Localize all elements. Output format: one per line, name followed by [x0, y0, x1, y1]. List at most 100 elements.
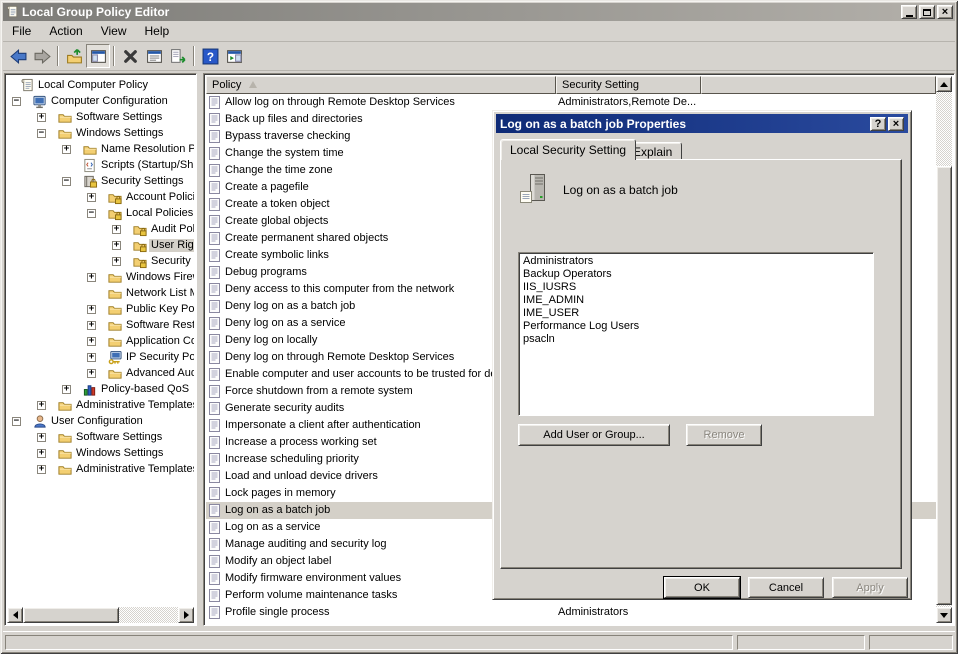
tree-item[interactable]: +Account Policies	[7, 190, 194, 206]
member-item[interactable]: psacln	[523, 333, 873, 346]
collapse-icon[interactable]: −	[62, 177, 71, 186]
window-controls: ×	[901, 5, 953, 19]
remove-button[interactable]: Remove	[686, 424, 762, 446]
scroll-thumb[interactable]	[936, 166, 952, 605]
tree-item[interactable]: +Name Resolution Policy	[7, 142, 194, 158]
policy-doc-icon	[208, 129, 221, 144]
properties-icon[interactable]	[142, 44, 166, 68]
tree-item[interactable]: −Windows Settings	[7, 126, 194, 142]
policy-cell: Deny log on through Remote Desktop Servi…	[225, 351, 454, 363]
expand-icon[interactable]: +	[37, 433, 46, 442]
close-button[interactable]: ×	[937, 5, 953, 19]
tree-item[interactable]: +Audit Policy	[7, 222, 194, 238]
tree-item[interactable]: +Administrative Templates	[7, 462, 194, 478]
collapse-icon[interactable]: −	[12, 417, 21, 426]
tree-item[interactable]: +User Rights As	[7, 238, 194, 254]
tree-horizontal-scrollbar[interactable]	[7, 607, 194, 623]
expand-icon[interactable]: +	[87, 193, 96, 202]
tree-item[interactable]: +Public Key Policies	[7, 302, 194, 318]
tree-item[interactable]: +Windows Settings	[7, 446, 194, 462]
cancel-button[interactable]: Cancel	[748, 577, 824, 598]
member-item[interactable]: IIS_IUSRS	[523, 281, 873, 294]
ok-button[interactable]: OK	[664, 577, 740, 598]
scroll-left-button[interactable]	[7, 607, 23, 623]
tree-item[interactable]: − Computer Configuration	[7, 94, 194, 110]
menu-help[interactable]: Help	[136, 22, 179, 40]
expand-icon[interactable]: +	[87, 353, 96, 362]
tree-item[interactable]: +Security Optio	[7, 254, 194, 270]
export-list-icon[interactable]	[166, 44, 190, 68]
back-icon[interactable]	[6, 44, 30, 68]
member-item[interactable]: Performance Log Users	[523, 320, 873, 333]
expand-icon[interactable]: +	[87, 273, 96, 282]
policy-doc-icon	[208, 588, 221, 603]
tree-item[interactable]: −Security Settings	[7, 174, 194, 190]
user-icon	[32, 414, 48, 429]
member-item[interactable]: Backup Operators	[523, 268, 873, 281]
member-item[interactable]: Administrators	[523, 255, 873, 268]
expand-icon[interactable]: +	[112, 225, 121, 234]
policy-row[interactable]: Profile single processAdministrators	[206, 604, 936, 621]
expand-icon[interactable]: +	[37, 449, 46, 458]
scroll-up-button[interactable]	[936, 76, 952, 92]
column-header-policy[interactable]: Policy	[206, 76, 556, 94]
tree-item[interactable]: +Policy-based QoS	[7, 382, 194, 398]
add-user-button[interactable]: Add User or Group...	[518, 424, 670, 446]
expand-icon[interactable]: +	[87, 337, 96, 346]
up-level-icon[interactable]	[62, 44, 86, 68]
tree-item[interactable]: −User Configuration	[7, 414, 194, 430]
expand-icon[interactable]: +	[87, 305, 96, 314]
tree-item[interactable]: +IP Security Policies	[7, 350, 194, 366]
tree-item[interactable]: +Software Settings	[7, 110, 194, 126]
tree-item[interactable]: Network List Mana	[7, 286, 194, 302]
tab-local-security-setting[interactable]: Local Security Setting	[500, 139, 636, 160]
collapse-icon[interactable]: −	[87, 209, 96, 218]
dialog-close-button[interactable]: ×	[888, 117, 904, 131]
forward-icon[interactable]	[30, 44, 54, 68]
tree-item[interactable]: +Advanced Audit Po	[7, 366, 194, 382]
expand-icon[interactable]: +	[37, 401, 46, 410]
tree-item[interactable]: −Local Policies	[7, 206, 194, 222]
member-item[interactable]: IME_USER	[523, 307, 873, 320]
expand-icon[interactable]: +	[62, 385, 71, 394]
menu-view[interactable]: View	[92, 22, 136, 40]
tree-item[interactable]: Scripts (Startup/Shutd	[7, 158, 194, 174]
show-action-pane-icon[interactable]	[222, 44, 246, 68]
policy-row[interactable]: Profile system performanceAdministrators…	[206, 621, 936, 623]
tree-item[interactable]: +Software Settings	[7, 430, 194, 446]
apply-button[interactable]: Apply	[832, 577, 908, 598]
members-listbox[interactable]: AdministratorsBackup OperatorsIIS_IUSRSI…	[518, 252, 874, 416]
expand-icon[interactable]: +	[87, 321, 96, 330]
policy-row[interactable]: Allow log on through Remote Desktop Serv…	[206, 94, 936, 111]
minimize-button[interactable]	[901, 5, 917, 19]
tree-item[interactable]: +Software Restricti	[7, 318, 194, 334]
expand-icon[interactable]: +	[62, 145, 71, 154]
tree-item[interactable]: +Administrative Templates	[7, 398, 194, 414]
column-header-filler	[701, 76, 936, 94]
policy-cell: Deny access to this computer from the ne…	[225, 283, 454, 295]
expand-icon[interactable]: +	[112, 257, 121, 266]
list-vertical-scrollbar[interactable]	[936, 76, 952, 623]
menu-action[interactable]: Action	[40, 22, 91, 40]
tree-item[interactable]: Local Computer Policy	[7, 78, 194, 94]
collapse-icon[interactable]: −	[37, 129, 46, 138]
delete-icon[interactable]	[118, 44, 142, 68]
tree-item-label: Computer Configuration	[49, 95, 170, 108]
dialog-help-button[interactable]: ?	[870, 117, 886, 131]
maximize-button[interactable]	[919, 5, 935, 19]
scroll-thumb[interactable]	[23, 607, 119, 623]
expand-icon[interactable]: +	[37, 113, 46, 122]
help-icon[interactable]: ?	[198, 44, 222, 68]
expand-icon[interactable]: +	[87, 369, 96, 378]
expand-icon[interactable]: +	[37, 465, 46, 474]
scroll-down-button[interactable]	[936, 607, 952, 623]
tree-item[interactable]: +Application Contro	[7, 334, 194, 350]
menu-file[interactable]: File	[3, 22, 40, 40]
show-console-tree-icon[interactable]	[86, 44, 110, 68]
scroll-right-button[interactable]	[178, 607, 194, 623]
expand-icon[interactable]: +	[112, 241, 121, 250]
member-item[interactable]: IME_ADMIN	[523, 294, 873, 307]
column-header-security-setting[interactable]: Security Setting	[556, 76, 701, 94]
collapse-icon[interactable]: −	[12, 97, 21, 106]
tree-item[interactable]: +Windows Firewall w	[7, 270, 194, 286]
